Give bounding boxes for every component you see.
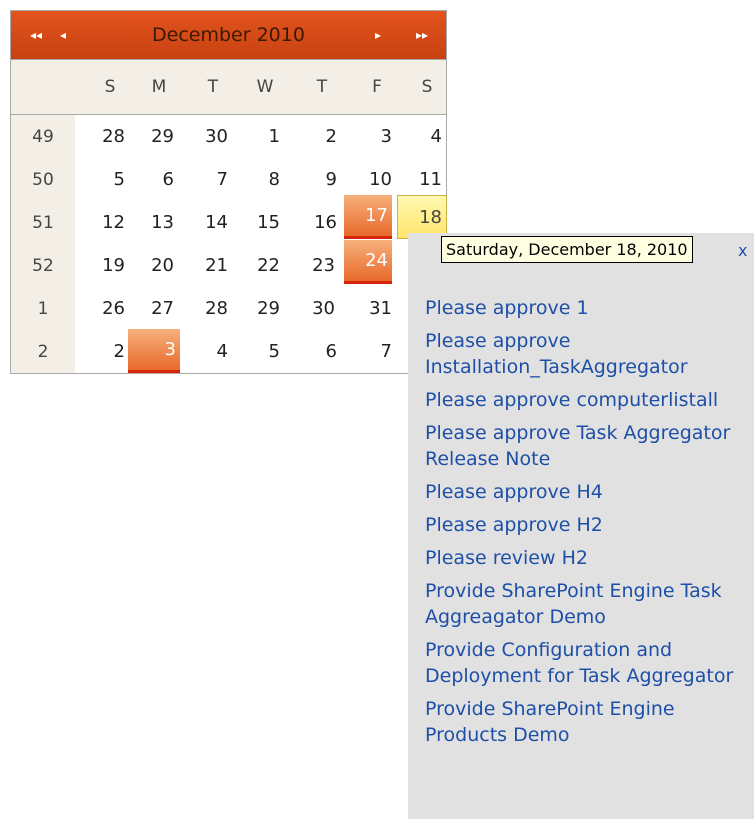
weekday-label: S [421, 77, 433, 97]
calendar-day[interactable]: 7 [358, 332, 396, 370]
calendar-day[interactable]: 2 [303, 117, 341, 155]
calendar-day[interactable]: 28 [91, 117, 129, 155]
weekday-label: S [104, 77, 116, 97]
calendar-day[interactable]: 11 [408, 160, 446, 198]
task-link[interactable]: Please approve Task Aggregator Release N… [425, 420, 750, 472]
week-number: 1 [37, 298, 49, 319]
weekday-label: T [316, 77, 328, 97]
calendar-day[interactable]: 10 [358, 160, 396, 198]
calendar-title: December 2010 [152, 24, 305, 46]
weekday-label: F [372, 77, 382, 97]
calendar-day[interactable]: 28 [194, 289, 232, 327]
calendar-day[interactable]: 21 [194, 246, 232, 284]
calendar-day-highlighted[interactable]: 3 [128, 329, 180, 373]
task-link[interactable]: Please approve computerlistall [425, 387, 750, 413]
calendar-day[interactable]: 5 [91, 160, 129, 198]
calendar-day[interactable]: 4 [194, 332, 232, 370]
date-tooltip: Saturday, December 18, 2010 [441, 236, 693, 263]
calendar-day[interactable]: 13 [140, 203, 178, 241]
calendar-day[interactable]: 23 [301, 246, 339, 284]
weekday-header-row: S M T W T F S [11, 60, 446, 115]
calendar: ◂◂ ◂ December 2010 ▸ ▸▸ S M T W T F S 49… [10, 10, 447, 374]
close-popup-button[interactable]: x [738, 241, 747, 260]
task-link[interactable]: Please approve 1 [425, 295, 750, 321]
task-list: Please approve 1 Please approve Installa… [425, 295, 750, 755]
calendar-day[interactable]: 26 [91, 289, 129, 327]
next-year-button[interactable]: ▸▸ [403, 11, 441, 59]
calendar-day[interactable]: 7 [194, 160, 232, 198]
calendar-day[interactable]: 12 [91, 203, 129, 241]
week-number: 50 [32, 169, 54, 190]
calendar-day[interactable]: 20 [140, 246, 178, 284]
calendar-day[interactable]: 4 [408, 117, 446, 155]
task-link[interactable]: Please review H2 [425, 545, 750, 571]
calendar-day[interactable]: 2 [91, 332, 129, 370]
task-link[interactable]: Please approve H2 [425, 512, 750, 538]
task-link[interactable]: Please approve Installation_TaskAggregat… [425, 328, 750, 380]
task-link[interactable]: Please approve H4 [425, 479, 750, 505]
calendar-day[interactable]: 30 [194, 117, 232, 155]
prev-month-button[interactable]: ◂ [51, 11, 75, 59]
calendar-day[interactable]: 5 [246, 332, 284, 370]
week-number: 2 [37, 341, 49, 362]
calendar-day[interactable]: 6 [140, 160, 178, 198]
calendar-day[interactable]: 6 [303, 332, 341, 370]
calendar-day[interactable]: 19 [91, 246, 129, 284]
calendar-day[interactable]: 31 [358, 289, 396, 327]
calendar-day[interactable]: 27 [140, 289, 178, 327]
calendar-day[interactable]: 15 [246, 203, 284, 241]
calendar-day[interactable]: 29 [140, 117, 178, 155]
calendar-day[interactable]: 9 [303, 160, 341, 198]
calendar-day[interactable]: 1 [246, 117, 284, 155]
calendar-day[interactable]: 14 [194, 203, 232, 241]
weekday-label: W [256, 77, 274, 97]
task-popup-panel: Please approve 1 Please approve Installa… [408, 233, 754, 819]
calendar-day[interactable]: 30 [301, 289, 339, 327]
calendar-day[interactable]: 3 [358, 117, 396, 155]
prev-year-button[interactable]: ◂◂ [17, 11, 55, 59]
calendar-day[interactable]: 16 [303, 203, 341, 241]
calendar-day[interactable]: 8 [246, 160, 284, 198]
calendar-day-highlighted[interactable]: 17 [344, 195, 392, 239]
week-number: 49 [32, 126, 54, 147]
calendar-day[interactable]: 29 [246, 289, 284, 327]
weekday-label: T [207, 77, 219, 97]
task-link[interactable]: Provide Configuration and Deployment for… [425, 637, 750, 689]
task-link[interactable]: Provide SharePoint Engine Task Aggreagat… [425, 578, 750, 630]
calendar-header: ◂◂ ◂ December 2010 ▸ ▸▸ [11, 11, 446, 60]
task-link[interactable]: Provide SharePoint Engine Products Demo [425, 696, 750, 748]
week-number: 52 [32, 255, 54, 276]
next-month-button[interactable]: ▸ [366, 11, 390, 59]
calendar-day-highlighted[interactable]: 24 [344, 240, 392, 284]
calendar-day[interactable]: 22 [246, 246, 284, 284]
weekday-label: M [151, 77, 167, 97]
week-number: 51 [32, 212, 54, 233]
